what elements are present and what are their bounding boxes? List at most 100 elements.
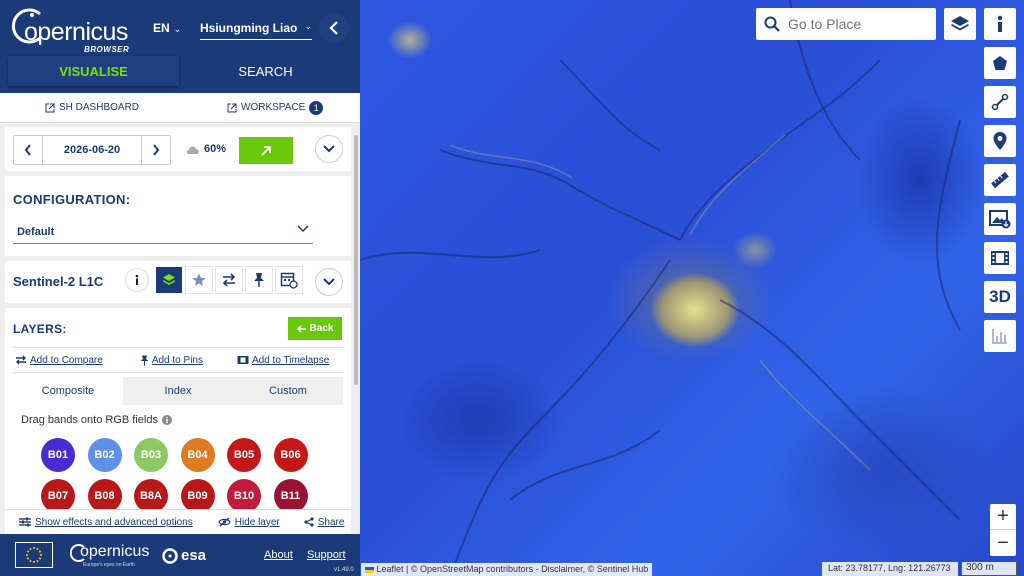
eye-slash-icon: [218, 517, 231, 527]
chevron-down-icon: [297, 225, 309, 233]
add-pin-button[interactable]: [984, 125, 1016, 157]
tab-composite[interactable]: Composite: [13, 377, 123, 405]
band-b08[interactable]: B08: [87, 479, 122, 513]
layers-icon: [951, 16, 969, 31]
copernicus-footer-tagline: Europe's eyes on Earth: [83, 562, 135, 568]
chevron-down-icon: [323, 278, 335, 286]
measure-button[interactable]: [984, 164, 1016, 196]
map-layers-button[interactable]: [944, 8, 976, 40]
histogram-button[interactable]: [984, 320, 1016, 352]
3d-view-button[interactable]: 3D: [984, 281, 1016, 313]
tab-visualise[interactable]: VISUALISE: [8, 56, 179, 86]
band-b07[interactable]: B07: [41, 479, 75, 513]
info-icon: [997, 15, 1003, 32]
cloud-cover-filter[interactable]: 60%: [185, 143, 226, 155]
show-effects-link[interactable]: Show effects and advanced options: [19, 517, 193, 528]
hide-layer-label: Hide layer: [234, 516, 280, 528]
tab-index[interactable]: Index: [123, 377, 233, 405]
chevron-left-icon: [24, 144, 31, 156]
esa-logo[interactable]: esa: [162, 547, 206, 564]
calendar-button[interactable]: [276, 267, 302, 293]
band-b02[interactable]: B02: [87, 438, 122, 472]
back-button[interactable]: Back: [288, 317, 342, 340]
about-link[interactable]: About: [264, 549, 293, 561]
map-view[interactable]: Leaflet | © OpenStreetMap contributors -…: [360, 0, 1024, 576]
copernicus-logo[interactable]: opernicus BROWSER: [10, 6, 135, 54]
band-b01[interactable]: B01: [41, 438, 75, 472]
collapse-sidebar-button[interactable]: [319, 13, 349, 43]
bar-chart-icon: [992, 329, 1007, 344]
arrow-up-right-icon: [261, 145, 271, 156]
band-b09[interactable]: B09: [180, 479, 215, 513]
sliders-icon: [19, 517, 31, 527]
favorite-button[interactable]: [186, 267, 212, 293]
external-link-icon: [227, 103, 237, 112]
add-to-compare-label: Add to Compare: [30, 354, 103, 366]
configuration-select[interactable]: Default: [13, 222, 313, 244]
ukraine-flag-icon: [365, 566, 374, 573]
draw-line-button[interactable]: [984, 86, 1016, 118]
line-icon: [991, 93, 1009, 111]
search-dates-button[interactable]: [239, 137, 293, 164]
pin-button[interactable]: [246, 267, 272, 293]
band-b06[interactable]: B06: [273, 438, 308, 472]
eu-flag-logo[interactable]: [15, 542, 53, 568]
band-b04[interactable]: B04: [180, 438, 215, 472]
cursor-coordinates: Lat: 23.78177, Lng: 121.26773: [822, 562, 958, 576]
film-icon: [237, 356, 249, 364]
expand-date-panel-button[interactable]: [315, 135, 343, 163]
hide-layer-link[interactable]: Hide layer: [218, 517, 280, 528]
esa-text: esa: [181, 547, 207, 564]
add-to-compare-link[interactable]: Add to Compare: [15, 355, 103, 366]
zoom-in-button[interactable]: +: [990, 504, 1016, 530]
add-to-timelapse-label: Add to Timelapse: [251, 354, 330, 366]
next-date-button[interactable]: [142, 136, 170, 164]
timelapse-button[interactable]: [984, 242, 1016, 274]
satellite-imagery: [360, 0, 961, 576]
band-b10[interactable]: B10: [227, 479, 261, 513]
tab-custom[interactable]: Custom: [233, 377, 343, 405]
date-input[interactable]: 2026-06-20: [42, 136, 142, 164]
datasource-info-button[interactable]: [125, 268, 149, 292]
user-menu[interactable]: Hsiungming Liao ⌄: [200, 21, 312, 40]
compare-button[interactable]: [216, 267, 242, 293]
sidebar-scrollbar[interactable]: [354, 135, 358, 385]
map-attribution: Leaflet | © OpenStreetMap contributors -…: [361, 563, 653, 576]
band-b8a[interactable]: B8A: [134, 479, 168, 513]
logo-subtitle: BROWSER: [84, 45, 130, 54]
sh-dashboard-link[interactable]: SH DASHBOARD: [45, 102, 139, 113]
image-download-button[interactable]: [984, 203, 1016, 235]
workspace-link[interactable]: WORKSPACE 1: [227, 100, 324, 115]
previous-date-button[interactable]: [14, 136, 42, 164]
place-search[interactable]: [756, 8, 936, 40]
layers-panel: LAYERS: Back Add to Compare Add to Pins …: [5, 308, 351, 534]
place-search-input[interactable]: [788, 16, 928, 32]
scale-bar: 300 m: [961, 562, 1017, 576]
zoom-out-button[interactable]: −: [990, 530, 1016, 556]
layers-tab-button[interactable]: [156, 267, 182, 293]
layer-actions: Add to Compare Add to Pins Add to Timela…: [13, 347, 343, 373]
band-b11[interactable]: B11: [273, 479, 308, 513]
back-label: Back: [309, 323, 334, 334]
band-b05[interactable]: B05: [227, 438, 261, 472]
add-to-pins-link[interactable]: Add to Pins: [140, 355, 203, 366]
workspace-count-badge: 1: [309, 100, 324, 115]
info-button[interactable]: [984, 8, 1016, 40]
band-b03[interactable]: B03: [134, 438, 168, 472]
tab-search[interactable]: SEARCH: [179, 56, 352, 86]
share-icon: [304, 517, 314, 527]
layers-icon: [163, 274, 175, 285]
add-to-timelapse-link[interactable]: Add to Timelapse: [237, 355, 329, 366]
workspace-label: WORKSPACE: [241, 102, 306, 113]
share-link[interactable]: Share: [304, 517, 344, 528]
sh-dashboard-label: SH DASHBOARD: [59, 102, 140, 113]
version-label: v1.49.0: [334, 567, 354, 573]
copernicus-footer-logo[interactable]: opernicus: [80, 543, 149, 561]
add-to-pins-label: Add to Pins: [151, 354, 203, 366]
language-select[interactable]: EN ⌄: [153, 21, 181, 35]
support-link[interactable]: Support: [307, 549, 346, 561]
expand-datasource-button[interactable]: [315, 268, 343, 296]
sidebar-content[interactable]: 2026-06-20 60% CONFIGURATION: Default Se…: [0, 123, 360, 534]
pentagon-icon: [993, 56, 1007, 70]
draw-polygon-button[interactable]: [984, 47, 1016, 79]
